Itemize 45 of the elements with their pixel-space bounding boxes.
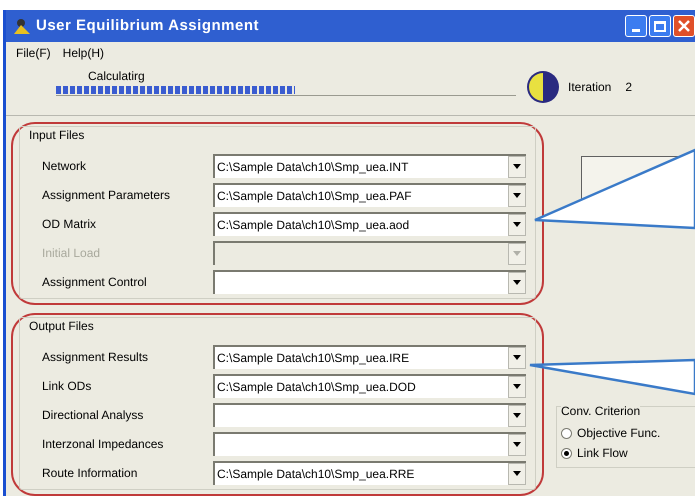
field-value: C:\Sample Data\ch10\Smp_uea.RRE (216, 466, 416, 482)
field-value: C:\Sample Data\ch10\Smp_uea.PAF (216, 188, 413, 204)
file-dropdown[interactable]: C:\Sample Data\ch10\Smp_uea.DOD (213, 374, 526, 398)
field-value: C:\Sample Data\ch10\Smp_uea.INT (216, 158, 410, 176)
group-title: Output Files (28, 319, 95, 333)
menu-item[interactable]: File(F) (16, 44, 51, 62)
radio-label: Objective Func. (577, 425, 660, 442)
group-title: Input Files (28, 128, 86, 142)
close-button[interactable] (673, 15, 695, 37)
half-circle-icon (526, 70, 560, 104)
close-icon (678, 20, 690, 32)
field-label: Assignment Control (42, 274, 148, 290)
field-label: Assignment Parameters (42, 186, 172, 204)
field-label: OD Matrix (42, 216, 97, 232)
file-dropdown[interactable]: C:\Sample Data\ch10\Smp_uea.IRE (213, 344, 526, 368)
field-label: Interzonal Impedances (42, 436, 164, 452)
field-label: Initial Load (42, 244, 102, 262)
menu-item[interactable]: Help(H) (62, 44, 104, 62)
field-label: Route Information (42, 464, 138, 482)
field-value: C:\Sample Data\ch10\Smp_uea.DOD (216, 378, 417, 396)
minimize-button[interactable] (625, 15, 647, 37)
field-value: C:\Sample Data\ch10\Smp_uea.IRE (216, 350, 410, 366)
window-title: User Equilibrium Assignment (36, 16, 259, 36)
status-label: Calculatirg (88, 69, 145, 83)
file-dropdown[interactable]: C:\Sample Data\ch10\Smp_uea.PAF (213, 182, 526, 206)
file-dropdown[interactable] (213, 432, 526, 456)
app-icon (12, 17, 32, 35)
file-dropdown[interactable]: C:\Sample Data\ch10\Smp_uea.RRE (213, 460, 526, 484)
field-label: Assignment Results (42, 348, 150, 366)
field-value: C:\Sample Data\ch10\Smp_uea.aod (216, 216, 410, 234)
iteration-label: Iteration (568, 79, 612, 96)
radio-button[interactable] (561, 428, 572, 438)
file-dropdown[interactable]: C:\Sample Data\ch10\Smp_uea.INT (213, 154, 526, 178)
group-title: Conv. Criterion (561, 404, 640, 418)
file-dropdown[interactable] (213, 402, 526, 426)
file-dropdown[interactable]: C:\Sample Data\ch10\Smp_uea.aod (213, 212, 526, 236)
field-label: Network (42, 158, 88, 174)
iteration-value: 2 (625, 79, 632, 96)
file-dropdown[interactable] (213, 240, 526, 264)
radio-label: Link Flow (577, 445, 628, 462)
file-dropdown[interactable] (213, 270, 526, 294)
radio-button[interactable] (561, 448, 572, 458)
field-label: Link ODs (42, 378, 92, 394)
field-label: Directional Analyss (42, 406, 144, 424)
maximize-button[interactable] (649, 15, 671, 37)
